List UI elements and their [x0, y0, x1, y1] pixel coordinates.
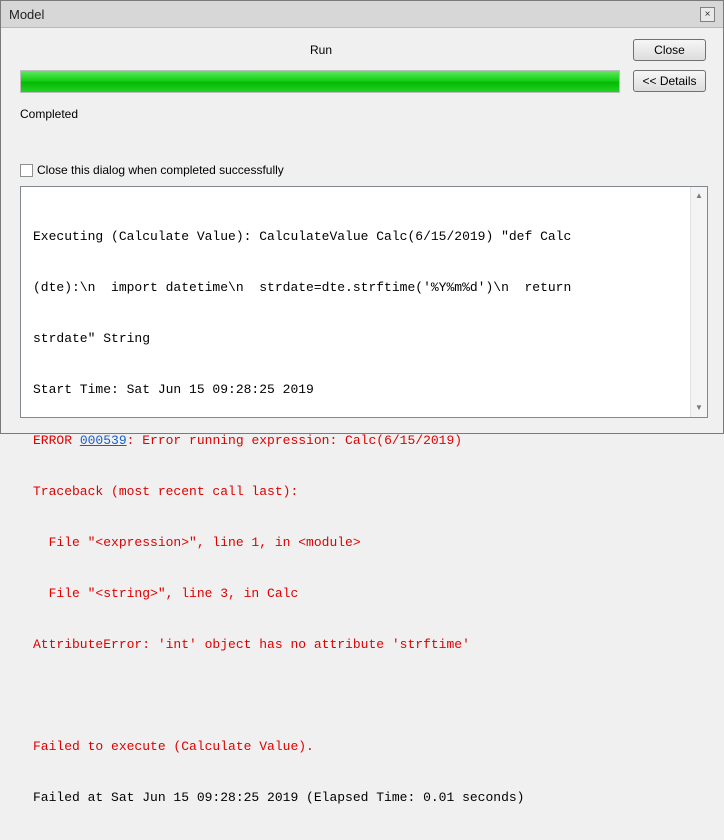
log-line: Failed to execute (Calculate Value).	[33, 739, 314, 754]
window-title: Model	[9, 7, 45, 22]
window-close-icon[interactable]: ×	[700, 7, 715, 22]
details-button[interactable]: << Details	[633, 70, 706, 92]
log-line: strdate" String	[33, 331, 151, 346]
close-on-complete-checkbox[interactable]	[20, 163, 33, 177]
log-line: Traceback (most recent call last):	[33, 484, 299, 499]
close-on-complete-label: Close this dialog when completed success…	[37, 163, 284, 177]
model-dialog: Model × Run Close << Details Completed C…	[0, 0, 724, 805]
log-blank-line	[33, 687, 683, 704]
log-line: File "<expression>", line 1, in <module>	[33, 535, 361, 550]
log-line: Failed at Sat Jun 15 09:28:25 2019 (Elap…	[33, 790, 525, 805]
log-scrollbar[interactable]: ▲ ▼	[690, 187, 707, 417]
close-button[interactable]: Close	[633, 39, 706, 61]
status-text: Completed	[20, 107, 79, 121]
scroll-down-icon[interactable]: ▼	[694, 403, 704, 413]
log-content: Executing (Calculate Value): CalculateVa…	[33, 194, 683, 840]
log-error-line: ERROR 000539: Error running expression: …	[33, 432, 683, 449]
error-prefix: ERROR	[33, 433, 80, 448]
log-line: Start Time: Sat Jun 15 09:28:25 2019	[33, 382, 314, 397]
titlebar: Model ×	[1, 1, 723, 28]
log-line: AttributeError: 'int' object has no attr…	[33, 637, 470, 652]
log-line: Executing (Calculate Value): CalculateVa…	[33, 229, 572, 244]
message-log[interactable]: Executing (Calculate Value): CalculateVa…	[20, 186, 708, 805]
error-code-link[interactable]: 000539	[80, 433, 127, 448]
error-message: : Error running expression: Calc(6/15/20…	[126, 433, 463, 448]
log-line: File "<string>", line 3, in Calc	[33, 586, 299, 601]
close-on-complete-checkbox-row[interactable]: Close this dialog when completed success…	[20, 162, 284, 178]
log-line: (dte):\n import datetime\n strdate=dte.s…	[33, 280, 572, 295]
scroll-up-icon[interactable]: ▲	[694, 191, 704, 201]
progress-bar	[20, 70, 620, 93]
run-label: Run	[309, 43, 332, 57]
progress-fill	[21, 71, 619, 92]
